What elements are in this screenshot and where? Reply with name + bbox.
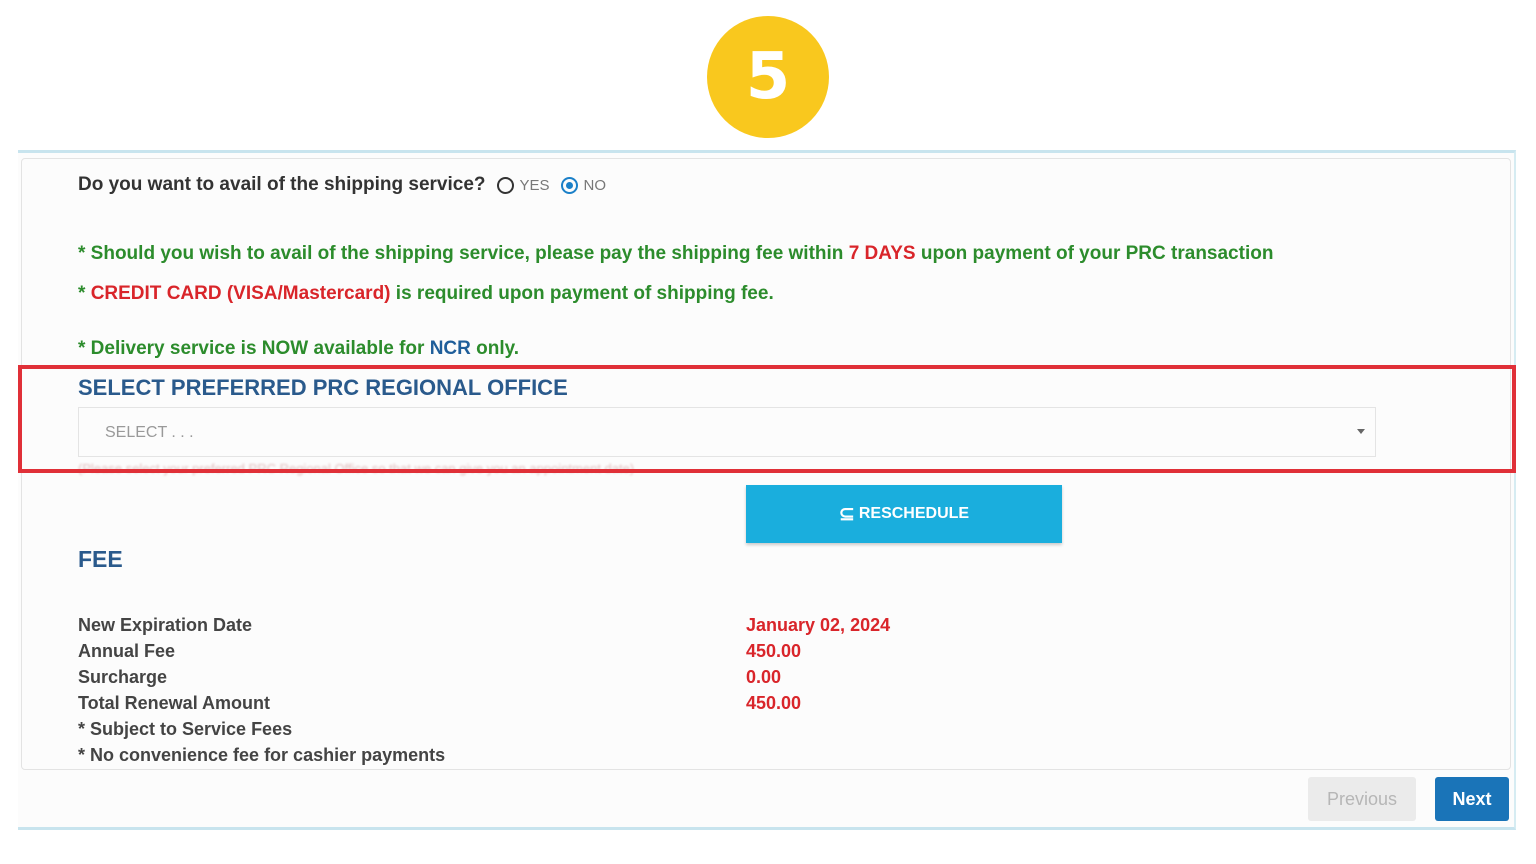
note2-bullet: * [78, 283, 91, 304]
list-icon: ⊆ [838, 503, 855, 525]
previous-button[interactable]: Previous [1308, 777, 1416, 821]
shipping-question-text: Do you want to avail of the shipping ser… [78, 174, 486, 195]
shipping-question: Do you want to avail of the shipping ser… [78, 174, 606, 196]
fee-title: FEE [78, 546, 123, 572]
delivery-note: * Delivery service is NOW available for … [78, 338, 519, 360]
shipping-no-label[interactable]: NO [584, 177, 607, 194]
fee-label: Annual Fee [78, 641, 176, 661]
fee-footnote: * No convenience fee for cashier payment… [78, 745, 446, 765]
note3-text: * Delivery service is NOW available for [78, 338, 430, 359]
fee-value: 450.00 [746, 693, 802, 713]
note3-text-end: only. [470, 338, 520, 359]
shipping-yes-radio[interactable] [496, 176, 514, 194]
fee-value: 450.00 [746, 641, 802, 661]
fee-label: Total Renewal Amount [78, 693, 271, 713]
shipping-fee-note: * Should you wish to avail of the shippi… [78, 243, 1273, 265]
note2-text-end: is required upon payment of shipping fee… [390, 283, 774, 304]
note3-ncr: NCR [429, 338, 471, 359]
step-number-badge: 5 [707, 16, 829, 138]
note1-text-end: upon payment of your PRC transaction [915, 243, 1274, 264]
fee-label: Surcharge [78, 667, 168, 687]
fee-footnote: * Subject to Service Fees [78, 719, 293, 739]
fee-value: 0.00 [746, 667, 782, 687]
shipping-no-radio[interactable] [560, 176, 578, 194]
fee-label: New Expiration Date [78, 615, 253, 635]
note1-days: 7 DAYS [848, 243, 916, 264]
next-button[interactable]: Next [1435, 777, 1509, 821]
fee-value: January 02, 2024 [746, 615, 891, 635]
note2-credit-card: CREDIT CARD (VISA/Mastercard) [90, 283, 391, 304]
reschedule-button[interactable]: ⊆ RESCHEDULE [746, 485, 1062, 543]
shipping-yes-label[interactable]: YES [520, 177, 550, 194]
credit-card-note: * CREDIT CARD (VISA/Mastercard) is requi… [78, 283, 774, 305]
reschedule-label: RESCHEDULE [858, 505, 970, 522]
note1-text: * Should you wish to avail of the shippi… [78, 243, 849, 264]
highlight-box [18, 365, 1516, 473]
